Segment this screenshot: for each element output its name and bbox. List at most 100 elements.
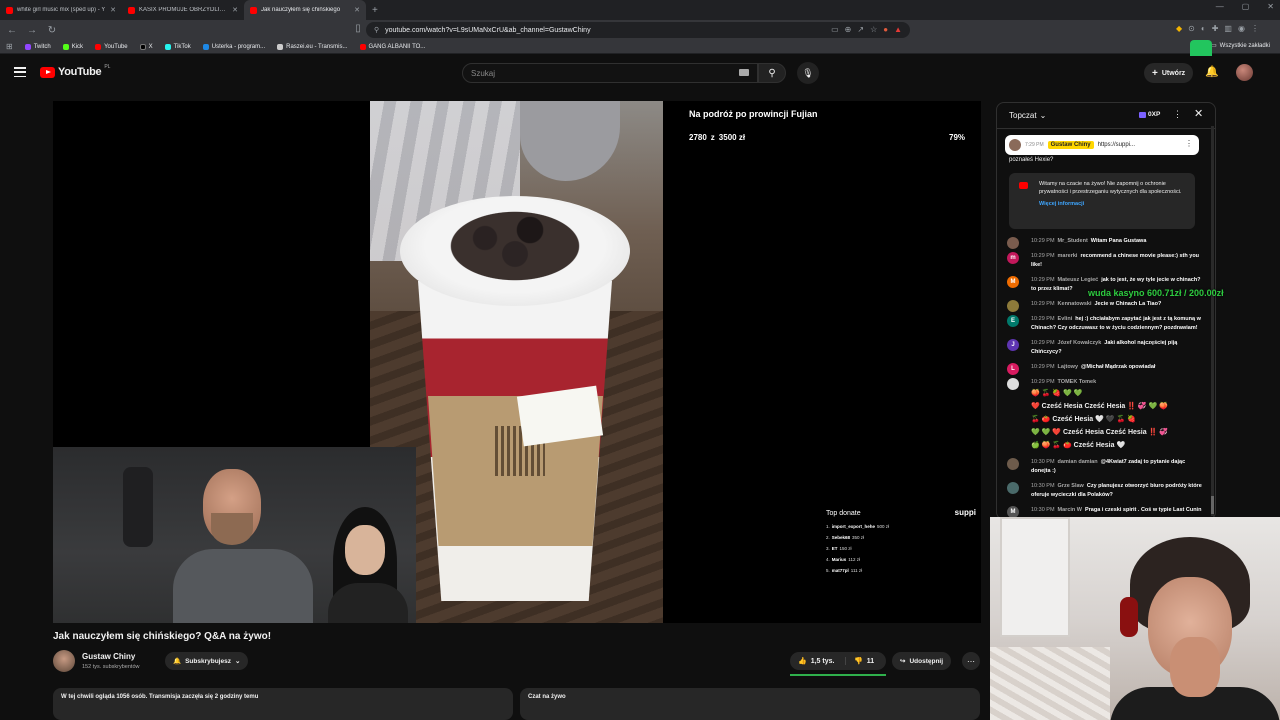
extension-icon[interactable]: ◆ — [1176, 24, 1182, 33]
bookmark-tiktok[interactable]: TikTok — [164, 43, 191, 50]
youtube-play-icon — [40, 66, 55, 78]
video-player[interactable]: Na podróż po prowincji Fujian 2780 z 350… — [53, 101, 981, 623]
host-man — [173, 469, 313, 623]
keyboard-icon[interactable] — [739, 69, 749, 76]
all-bookmarks[interactable]: ▭ Wszystkie zakładki — [1211, 42, 1270, 50]
bookmark-twitch[interactable]: Twitch — [24, 43, 51, 50]
dislike-button[interactable]: 👎 11 — [846, 657, 874, 666]
pinned-message[interactable]: 7:29 PM Gustaw Chiny https://suppi... ⋮ — [1005, 135, 1199, 155]
more-actions-button[interactable]: ⋯ — [962, 652, 980, 670]
minimize-icon[interactable]: — — [1216, 2, 1224, 11]
avatar — [1007, 482, 1019, 494]
pinned-menu-dots-icon[interactable]: ⋮ — [1185, 139, 1193, 148]
bookmark-raszei[interactable]: Raszei.eu - Transmis... — [277, 43, 348, 50]
share-icon[interactable]: ↗ — [857, 25, 864, 34]
search-input[interactable]: Szukaj — [462, 63, 758, 83]
chat-close-icon[interactable]: ✕ — [1194, 107, 1203, 120]
description-box[interactable]: W tej chwili ogląda 1056 osób. Transmisj… — [53, 688, 513, 720]
message-author[interactable]: Kennatowski — [1058, 301, 1092, 307]
bookmark-usterka[interactable]: Usterka - program... — [202, 43, 265, 50]
message-author[interactable]: Mateusz Legieć — [1058, 277, 1099, 283]
channel-name[interactable]: Gustaw Chiny — [82, 652, 135, 661]
reload-icon[interactable]: ↻ — [46, 25, 58, 36]
tab-title: KASIX PROMUJE OBRZYDLIWY SCAM — [139, 7, 229, 13]
extension-icon[interactable]: ◐ — [1201, 24, 1206, 33]
tab-close-icon[interactable]: ✕ — [110, 6, 116, 14]
puzzle-icon[interactable]: ✚ — [1212, 24, 1219, 33]
channel-avatar[interactable] — [53, 650, 75, 672]
more-info-link[interactable]: Więcej informacji — [1039, 200, 1187, 208]
profile-icon[interactable]: ◉ — [1238, 24, 1245, 33]
site-icon — [202, 43, 209, 50]
message-author[interactable]: damian damian — [1058, 459, 1098, 465]
apps-grid-icon[interactable]: ⊞ — [6, 42, 13, 51]
message-author[interactable]: Grze Slaw — [1058, 483, 1084, 489]
message-author[interactable]: TOMEK Tomek — [1058, 379, 1097, 385]
url-text: youtube.com/watch?v=L9sUMaNxCrU&ab_chann… — [385, 26, 591, 34]
chat-scrollbar[interactable] — [1211, 126, 1214, 516]
chat-header: Topczat ⌄ 0XP ⋮ ✕ — [997, 103, 1215, 129]
hand — [1170, 637, 1220, 697]
chat-menu-dots-icon[interactable]: ⋮ — [1173, 109, 1182, 120]
back-arrow-icon[interactable]: ← — [6, 25, 18, 36]
donation-goal-amount: 2780 z 3500 zł — [689, 133, 745, 142]
shirt — [173, 549, 313, 623]
hamburger-menu-icon[interactable] — [14, 67, 26, 77]
message-author[interactable]: Marcin W — [1058, 507, 1082, 513]
maximize-icon[interactable]: ▢ — [1242, 2, 1250, 11]
tab-close-icon[interactable]: ✕ — [232, 6, 238, 14]
cast-icon[interactable]: ▭ — [831, 25, 839, 34]
bookmark-star-icon[interactable]: ▯ — [352, 23, 364, 34]
message-link[interactable]: https://suppi... — [1098, 142, 1135, 148]
browser-toolbar: ← → ↻ ▯ ⚲ youtube.com/watch?v=L9sUMaNxCr… — [0, 20, 1280, 40]
chevron-down-icon[interactable]: ⌄ — [1040, 111, 1047, 120]
close-window-icon[interactable]: ✕ — [1267, 2, 1274, 11]
bookmark-gang[interactable]: GANG ALBANII TO... — [359, 43, 425, 50]
message-text: hej :) chciałabym zapytać jak jest z tą … — [1031, 316, 1201, 331]
message-author[interactable]: marerki — [1058, 253, 1078, 259]
sidebar-icon[interactable]: ▥ — [1224, 24, 1232, 33]
youtube-logo[interactable]: YouTube PL — [40, 64, 110, 78]
account-avatar[interactable] — [1236, 64, 1253, 81]
tab-close-icon[interactable]: ✕ — [354, 6, 360, 14]
notifications-bell-icon[interactable]: 🔔 — [1205, 65, 1219, 78]
share-button[interactable]: ↪ Udostępnij — [892, 652, 952, 670]
message-author[interactable]: Lajtowy — [1058, 364, 1078, 370]
bookmark-x[interactable]: X — [139, 43, 153, 50]
points-gem-icon — [1139, 111, 1146, 118]
new-tab-icon[interactable]: + — [366, 5, 384, 16]
bookmark-kick[interactable]: Kick — [62, 43, 83, 50]
top-donate-item: 2. Sebek68 350 zł — [826, 535, 976, 540]
shield-icon[interactable]: ● — [883, 25, 888, 34]
forward-arrow-icon[interactable]: → — [26, 25, 38, 36]
chat-mode-label[interactable]: Topczat — [1009, 111, 1037, 120]
channel-points[interactable]: 0XP — [1139, 111, 1160, 118]
rank: 4. — [826, 557, 830, 562]
zoom-icon[interactable]: ⊕ — [845, 25, 852, 34]
donor-name: Sebek68 — [831, 535, 851, 540]
browser-tab-1[interactable]: white girl music mix (sped up) - Y ✕ — [0, 0, 122, 20]
browser-tab-2[interactable]: KASIX PROMUJE OBRZYDLIWY SCAM ✕ — [122, 0, 244, 20]
avatar — [1007, 237, 1019, 249]
extension-icon[interactable]: ⊙ — [1188, 24, 1195, 33]
menu-dots-icon[interactable]: ⋮ — [1251, 24, 1259, 33]
chat-replay-box[interactable]: Czat na żywo — [520, 688, 980, 720]
subscribed-button[interactable]: 🔔 Subskrybujesz ⌄ — [165, 652, 249, 670]
star-icon[interactable]: ☆ — [870, 25, 877, 34]
scrollbar-thumb[interactable] — [1211, 496, 1214, 514]
youtube-favicon-icon — [6, 6, 13, 14]
search-button[interactable]: ⚲ — [758, 63, 786, 83]
message-author[interactable]: Mr_Student — [1058, 238, 1088, 244]
bookmark-label: Twitch — [33, 43, 51, 50]
browser-tab-3-active[interactable]: Jak nauczyłem się chińskiego ✕ — [244, 0, 366, 20]
voice-search-button[interactable]: 🎙 — [797, 62, 819, 84]
like-button[interactable]: 👍 1,5 tys. — [790, 657, 846, 665]
warning-icon[interactable]: ▲ — [894, 25, 902, 34]
message-author[interactable]: Józef Kowalczyk — [1058, 340, 1102, 346]
address-bar[interactable]: ⚲ youtube.com/watch?v=L9sUMaNxCrU&ab_cha… — [366, 22, 910, 38]
bookmark-youtube[interactable]: YouTube — [95, 43, 128, 50]
site-info-icon[interactable]: ⚲ — [374, 26, 379, 34]
create-button[interactable]: + Utwórz — [1144, 63, 1194, 83]
message-author[interactable]: Evlini — [1058, 316, 1073, 322]
message-author: Gustaw Chiny — [1047, 141, 1094, 149]
